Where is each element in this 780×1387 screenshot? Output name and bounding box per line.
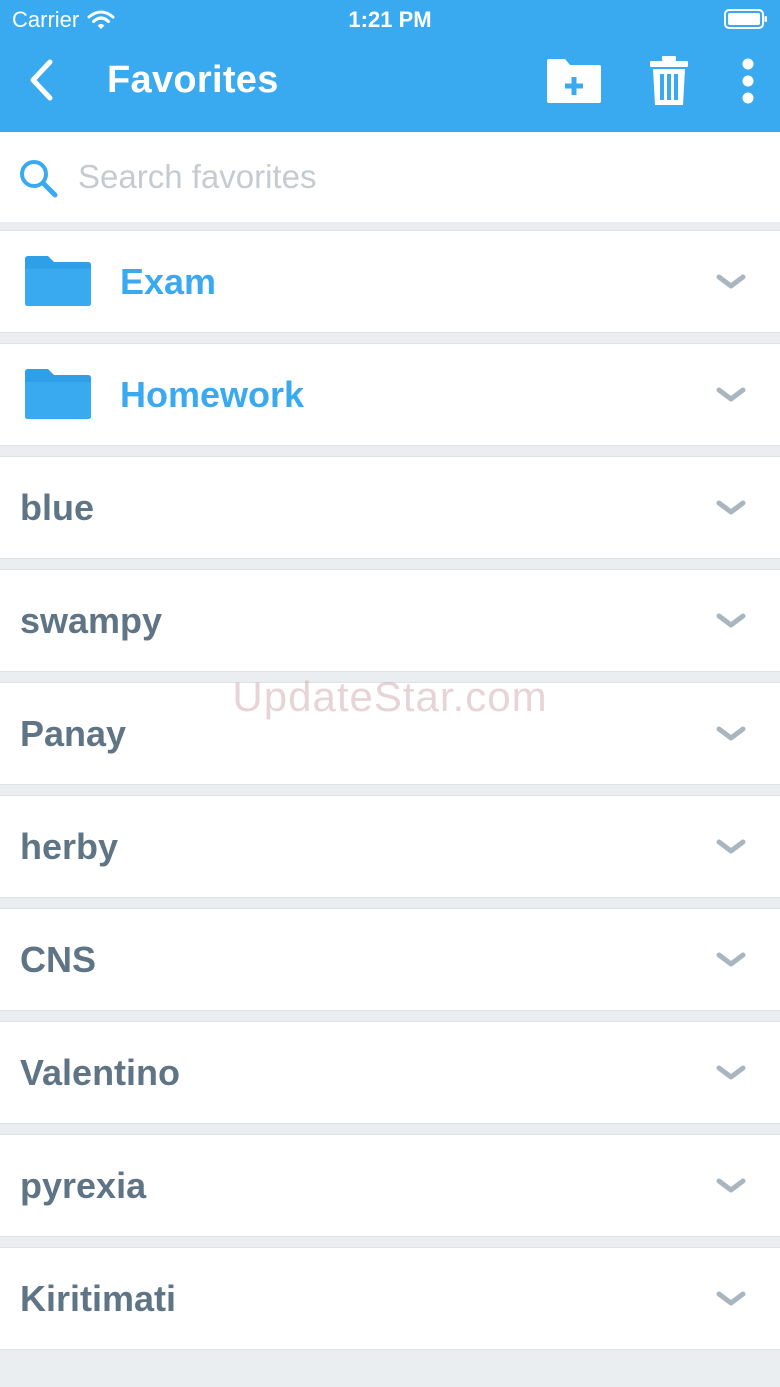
chevron-down-icon[interactable] <box>714 610 748 632</box>
item-label: pyrexia <box>20 1165 147 1206</box>
item-label: blue <box>20 487 95 528</box>
folder-label: Homework <box>120 374 305 415</box>
chevron-down-icon[interactable] <box>714 271 748 293</box>
chevron-down-icon[interactable] <box>714 1062 748 1084</box>
list-item[interactable]: Kiritimati <box>0 1247 780 1350</box>
list-item[interactable]: CNS <box>0 908 780 1011</box>
chevron-left-icon <box>30 59 53 101</box>
back-button[interactable] <box>16 54 66 106</box>
more-vertical-icon <box>742 58 754 104</box>
item-label: Panay <box>20 713 127 754</box>
list-item[interactable]: blue <box>0 456 780 559</box>
chevron-down-icon[interactable] <box>714 836 748 858</box>
chevron-down-icon[interactable] <box>714 723 748 745</box>
chevron-down-icon[interactable] <box>714 1288 748 1310</box>
search-input[interactable] <box>78 154 738 200</box>
chevron-down-icon[interactable] <box>714 497 748 519</box>
list-item[interactable]: pyrexia <box>0 1134 780 1237</box>
new-folder-button[interactable] <box>544 54 604 108</box>
list-item[interactable]: swampy <box>0 569 780 672</box>
chevron-down-icon[interactable] <box>714 949 748 971</box>
item-label: CNS <box>20 939 97 980</box>
delete-button[interactable] <box>644 52 694 110</box>
battery-icon <box>724 9 767 29</box>
app-header: Carrier 1:21 PM Favorites <box>0 0 780 132</box>
search-bar <box>0 132 780 222</box>
folder-icon <box>25 369 91 419</box>
item-label: herby <box>20 826 119 867</box>
navigation-bar: Favorites <box>0 40 780 132</box>
folder-label: Exam <box>120 261 217 302</box>
item-label: Kiritimati <box>20 1278 177 1319</box>
folder-icon <box>25 256 91 306</box>
item-label: swampy <box>20 600 163 641</box>
folder-row-exam[interactable]: Exam <box>0 230 780 333</box>
page-title: Favorites <box>107 59 279 101</box>
chevron-down-icon[interactable] <box>714 1175 748 1197</box>
chevron-down-icon[interactable] <box>714 384 748 406</box>
favorites-list: Exam Homework blue swampy Panay herby CN… <box>0 230 780 1360</box>
more-options-button[interactable] <box>728 54 768 108</box>
status-time: 1:21 PM <box>348 7 432 32</box>
list-item[interactable]: Panay <box>0 682 780 785</box>
search-icon <box>20 160 58 198</box>
list-item[interactable]: herby <box>0 795 780 898</box>
trash-icon <box>650 56 688 105</box>
item-label: Valentino <box>20 1052 181 1093</box>
folder-row-homework[interactable]: Homework <box>0 343 780 446</box>
folder-add-icon <box>547 59 601 103</box>
status-bar: Carrier 1:21 PM <box>0 0 780 40</box>
list-item[interactable]: Valentino <box>0 1021 780 1124</box>
